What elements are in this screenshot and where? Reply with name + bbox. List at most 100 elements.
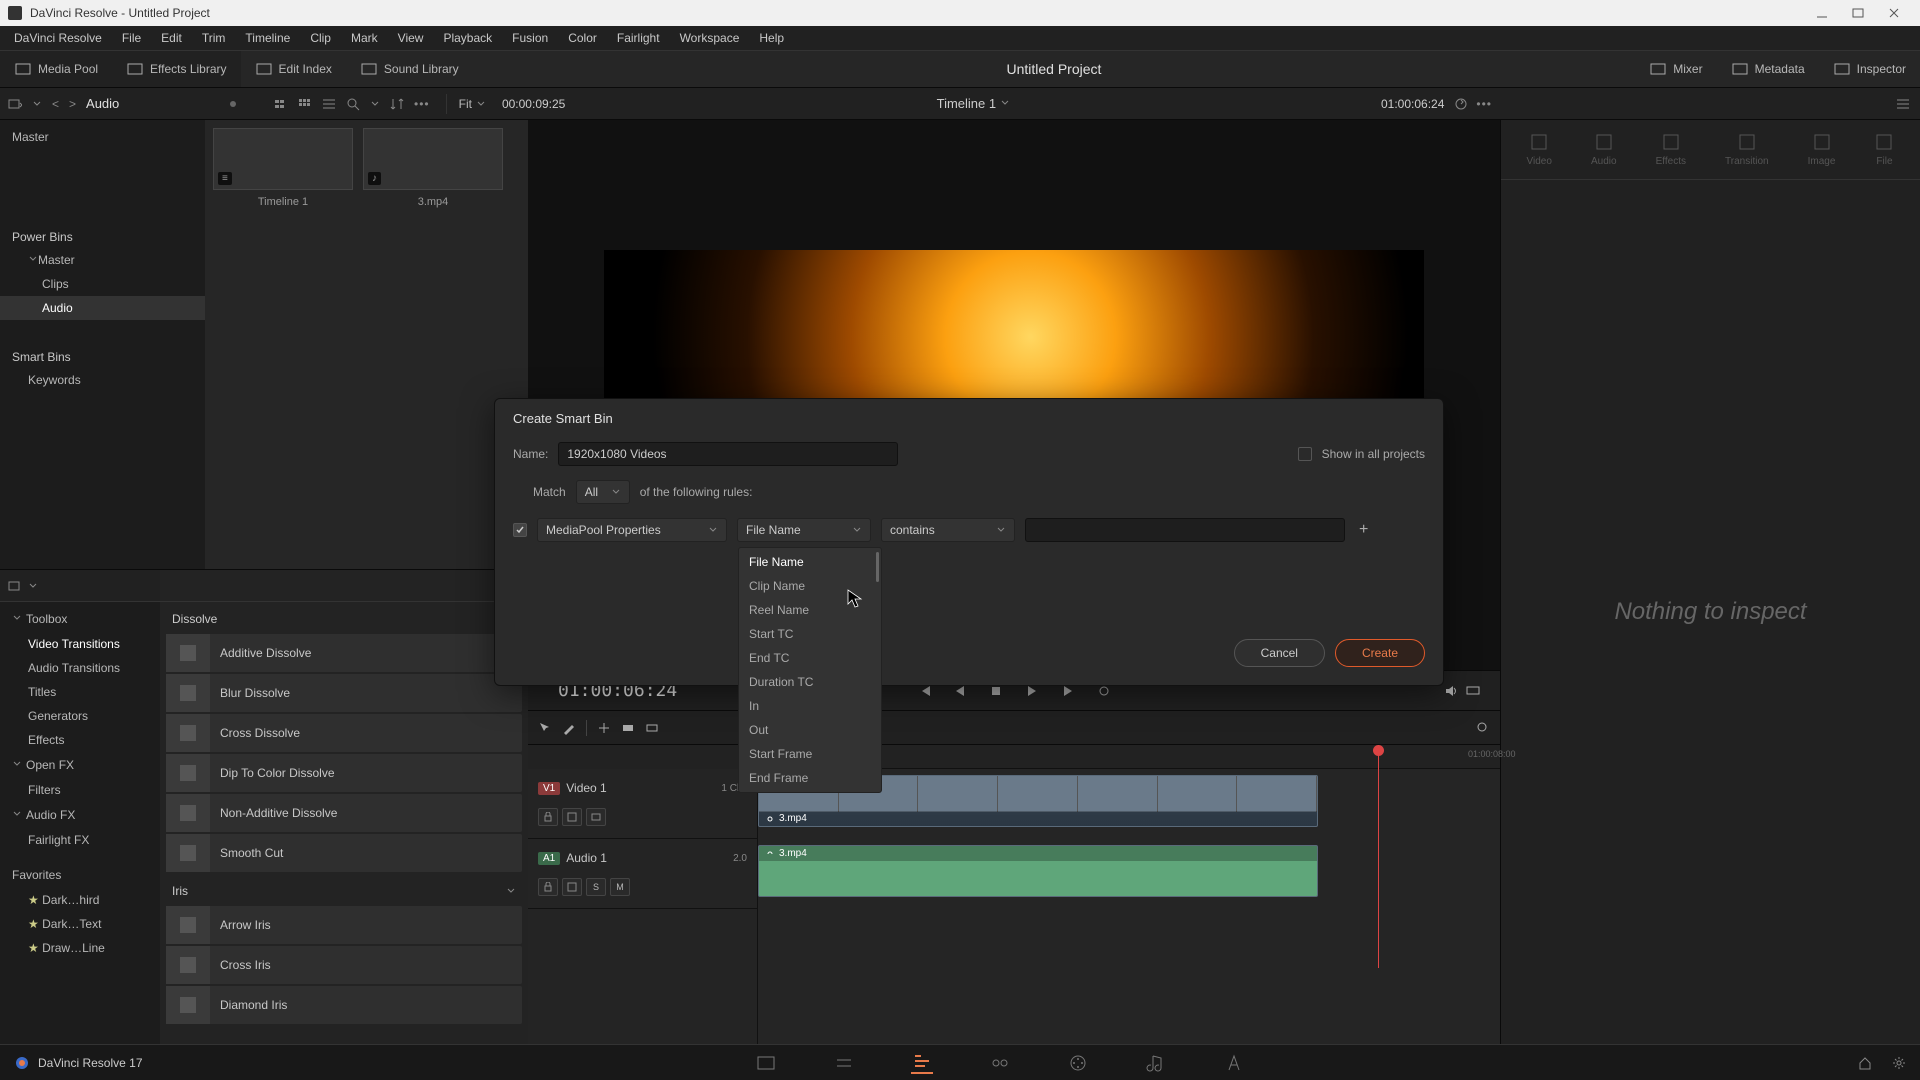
close-button[interactable] <box>1876 0 1912 26</box>
inspector-tab-transition[interactable]: Transition <box>1725 132 1769 167</box>
menu-davinci-resolve[interactable]: DaVinci Resolve <box>4 26 112 50</box>
overwrite-icon[interactable] <box>621 721 635 735</box>
fx-sub-titles[interactable]: Titles <box>0 680 160 704</box>
fx-fav[interactable]: ★ Draw…Line <box>0 936 160 960</box>
more-icon[interactable]: ••• <box>414 97 430 111</box>
fx-cat-audio-fx[interactable]: Audio FX <box>0 802 160 828</box>
blade-tool-icon[interactable] <box>562 721 576 735</box>
search-icon[interactable] <box>346 97 360 111</box>
media-page-icon[interactable] <box>755 1052 777 1074</box>
bin-dropdown-icon[interactable] <box>8 97 22 111</box>
inspector-tab-file[interactable]: File <box>1874 132 1894 167</box>
clip-thumb[interactable]: ♪3.mp4 <box>363 128 503 208</box>
fx-sub-filters[interactable]: Filters <box>0 778 160 802</box>
menu-fairlight[interactable]: Fairlight <box>607 26 670 50</box>
inspector-tab-video[interactable]: Video <box>1527 132 1552 167</box>
menu-workspace[interactable]: Workspace <box>670 26 750 50</box>
bin-clips[interactable]: Clips <box>0 272 205 296</box>
toolbar-tab-inspector[interactable]: Inspector <box>1819 60 1920 78</box>
color-page-icon[interactable] <box>1067 1052 1089 1074</box>
zoom-icon[interactable] <box>1476 721 1490 735</box>
fx-fav[interactable]: ★ Dark…hird <box>0 888 160 912</box>
menu-mark[interactable]: Mark <box>341 26 388 50</box>
track-header-v1[interactable]: V1Video 11 Clip <box>528 769 757 839</box>
toolbar-tab-edit-index[interactable]: Edit Index <box>241 51 346 87</box>
rule-value-input[interactable] <box>1025 518 1345 542</box>
mute-button[interactable]: M <box>610 878 630 896</box>
dropdown-item[interactable]: In <box>739 694 881 718</box>
solo-button[interactable]: S <box>586 878 606 896</box>
fx-item[interactable]: Arrow Iris <box>166 906 522 944</box>
toolbar-tab-metadata[interactable]: Metadata <box>1717 60 1819 78</box>
fx-sub-video-transitions[interactable]: Video Transitions <box>0 632 160 656</box>
rule-op-select[interactable]: contains <box>881 518 1015 542</box>
dropdown-item[interactable]: Reel Name <box>739 598 881 622</box>
menu-fusion[interactable]: Fusion <box>502 26 558 50</box>
auto-select-button[interactable] <box>562 878 582 896</box>
fx-group-dissolve[interactable]: Dissolve <box>160 602 528 632</box>
dropdown-item[interactable]: Duration TC <box>739 670 881 694</box>
menu-icon[interactable] <box>1896 97 1910 111</box>
monitor-icon[interactable] <box>1466 684 1480 698</box>
rule-field-select[interactable]: File Name File NameClip NameReel NameSta… <box>737 518 871 542</box>
fx-cat-toolbox[interactable]: Toolbox <box>0 606 160 632</box>
timeline-clip[interactable]: 3.mp4 <box>758 845 1318 897</box>
fx-item[interactable]: Smooth Cut <box>166 834 522 872</box>
inspector-tab-image[interactable]: Image <box>1808 132 1836 167</box>
more-icon[interactable]: ••• <box>1468 97 1500 111</box>
fx-sub-effects[interactable]: Effects <box>0 728 160 752</box>
bin-master[interactable]: Master <box>0 124 205 150</box>
home-icon[interactable] <box>1858 1056 1872 1070</box>
bin-audio[interactable]: Audio <box>0 296 205 320</box>
inspector-tab-effects[interactable]: Effects <box>1656 132 1686 167</box>
menu-help[interactable]: Help <box>749 26 794 50</box>
fx-cat-open-fx[interactable]: Open FX <box>0 752 160 778</box>
panel-toggle-icon[interactable] <box>8 579 22 593</box>
lock-button[interactable] <box>538 808 558 826</box>
loop-icon[interactable] <box>1454 97 1468 111</box>
toolbar-tab-effects-library[interactable]: Effects Library <box>112 51 240 87</box>
bin-keywords[interactable]: Keywords <box>0 368 205 392</box>
toolbar-tab-sound-library[interactable]: Sound Library <box>346 51 473 87</box>
name-input[interactable] <box>558 442 898 466</box>
dropdown-item[interactable]: Start Frame <box>739 742 881 766</box>
menu-timeline[interactable]: Timeline <box>235 26 300 50</box>
clip-thumb[interactable]: ≡Timeline 1 <box>213 128 353 208</box>
menu-trim[interactable]: Trim <box>192 26 236 50</box>
selection-tool-icon[interactable] <box>538 721 552 735</box>
thumbnail-view-icon[interactable] <box>274 97 288 111</box>
fx-item[interactable]: Cross Iris <box>166 946 522 984</box>
track-header-a1[interactable]: A1Audio 12.0SM <box>528 839 757 909</box>
chevron-down-icon[interactable] <box>28 581 38 591</box>
enable-button[interactable] <box>586 808 606 826</box>
sort-icon[interactable] <box>390 97 404 111</box>
chevron-down-icon[interactable] <box>370 99 380 109</box>
fx-item[interactable]: Non-Additive Dissolve <box>166 794 522 832</box>
inspector-tab-audio[interactable]: Audio <box>1591 132 1617 167</box>
playhead[interactable] <box>1378 745 1379 968</box>
grid-view-icon[interactable] <box>298 97 312 111</box>
dropdown-item[interactable]: Start TC <box>739 622 881 646</box>
menu-edit[interactable]: Edit <box>151 26 192 50</box>
list-view-icon[interactable] <box>322 97 336 111</box>
menu-color[interactable]: Color <box>558 26 607 50</box>
edit-page-icon[interactable] <box>911 1052 933 1074</box>
menu-playback[interactable]: Playback <box>433 26 502 50</box>
volume-icon[interactable] <box>1444 684 1458 698</box>
show-all-checkbox[interactable] <box>1298 447 1312 461</box>
fx-item[interactable]: Dip To Color Dissolve <box>166 754 522 792</box>
toolbar-tab-media-pool[interactable]: Media Pool <box>0 51 112 87</box>
dropdown-item[interactable]: End Frame <box>739 766 881 790</box>
dropdown-item[interactable]: Out <box>739 718 881 742</box>
menu-clip[interactable]: Clip <box>300 26 341 50</box>
dropdown-item[interactable]: Clip Name <box>739 574 881 598</box>
chevron-down-icon[interactable] <box>32 99 42 109</box>
fairlight-page-icon[interactable] <box>1145 1052 1167 1074</box>
fx-item[interactable]: Cross Dissolve <box>166 714 522 752</box>
bin-master-power[interactable]: Master <box>0 248 205 272</box>
cut-page-icon[interactable] <box>833 1052 855 1074</box>
replace-icon[interactable] <box>645 721 659 735</box>
fusion-page-icon[interactable] <box>989 1052 1011 1074</box>
rule-source-select[interactable]: MediaPool Properties <box>537 518 727 542</box>
fx-sub-audio-transitions[interactable]: Audio Transitions <box>0 656 160 680</box>
